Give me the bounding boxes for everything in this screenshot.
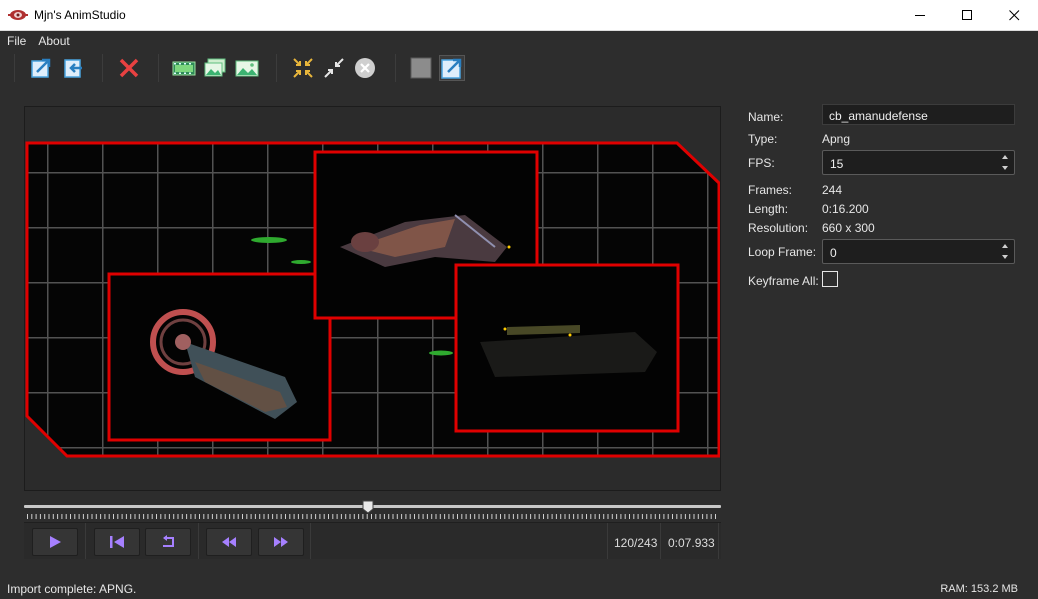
loop-frame-increment-button[interactable] bbox=[999, 241, 1011, 251]
collapse-icon bbox=[293, 58, 313, 78]
loop-frame-decrement-button[interactable] bbox=[999, 252, 1011, 262]
animation-viewport[interactable] bbox=[24, 106, 721, 491]
minimize-button[interactable] bbox=[897, 0, 943, 30]
menu-file[interactable]: File bbox=[0, 34, 26, 48]
maximize-icon bbox=[961, 9, 972, 20]
controls-separator bbox=[198, 523, 199, 559]
collapse-button[interactable] bbox=[290, 55, 316, 81]
controls-separator bbox=[660, 523, 661, 559]
fps-increment-button[interactable] bbox=[999, 152, 1011, 162]
timeline-handle[interactable] bbox=[362, 500, 374, 514]
fill-square-icon bbox=[410, 57, 432, 79]
image-button[interactable] bbox=[234, 55, 260, 81]
length-label: Length: bbox=[748, 202, 789, 216]
chevron-down-icon bbox=[1002, 166, 1008, 170]
keyframe-all-checkbox[interactable] bbox=[822, 271, 838, 287]
play-icon bbox=[50, 536, 61, 548]
resolution-label: Resolution: bbox=[748, 221, 809, 235]
chevron-up-icon bbox=[1002, 155, 1008, 159]
fps-decrement-button[interactable] bbox=[999, 163, 1011, 173]
export-button[interactable] bbox=[28, 55, 54, 81]
export-icon bbox=[31, 58, 51, 78]
film-strip-icon bbox=[172, 61, 196, 76]
ram-usage: RAM: 153.2 MB bbox=[940, 583, 1018, 595]
play-button[interactable] bbox=[32, 528, 78, 556]
import-button[interactable] bbox=[60, 55, 86, 81]
image-stack-button[interactable] bbox=[202, 55, 228, 81]
time-display: 0:07.933 bbox=[668, 536, 715, 550]
name-field[interactable] bbox=[822, 104, 1015, 125]
minimize-icon bbox=[914, 14, 925, 16]
toolbar-separator bbox=[395, 54, 396, 82]
menu-about[interactable]: About bbox=[26, 34, 69, 48]
frame-counter: 120/243 bbox=[614, 536, 658, 550]
menu-bar: File About bbox=[0, 31, 1038, 50]
resolution-value: 660 x 300 bbox=[822, 221, 875, 235]
frames-label: Frames: bbox=[748, 183, 793, 197]
maximize-button[interactable] bbox=[944, 0, 990, 30]
fps-label: FPS: bbox=[748, 156, 775, 170]
toolbar bbox=[0, 50, 1038, 86]
image-icon bbox=[235, 60, 259, 77]
loop-icon bbox=[163, 535, 174, 547]
type-label: Type: bbox=[748, 132, 778, 146]
loop-frame-label: Loop Frame: bbox=[748, 245, 817, 259]
status-bar: Import complete: APNG. RAM: 153.2 MB bbox=[0, 578, 1038, 599]
controls-separator bbox=[607, 523, 608, 559]
status-message: Import complete: APNG. bbox=[7, 582, 137, 596]
app-logo-icon bbox=[8, 8, 28, 22]
fit-expand-button[interactable] bbox=[439, 55, 465, 81]
name-label: Name: bbox=[748, 110, 784, 124]
playback-controls: 120/243 0:07.933 bbox=[24, 522, 721, 559]
shrink-button[interactable] bbox=[321, 55, 347, 81]
window-title: Mjn's AnimStudio bbox=[34, 8, 126, 22]
fill-square-button[interactable] bbox=[408, 55, 434, 81]
timeline-ticks bbox=[27, 514, 716, 519]
film-strip-button[interactable] bbox=[171, 55, 197, 81]
toolbar-separator bbox=[158, 54, 159, 82]
image-stack-icon bbox=[204, 58, 226, 77]
controls-separator bbox=[718, 523, 719, 559]
skip-to-start-icon bbox=[110, 536, 124, 548]
skip-to-start-button[interactable] bbox=[94, 528, 140, 556]
close-icon bbox=[1008, 9, 1019, 20]
controls-separator bbox=[310, 523, 311, 559]
toolbar-separator bbox=[276, 54, 277, 82]
fps-spinbox[interactable]: 15 bbox=[822, 150, 1015, 175]
chevron-up-icon bbox=[1002, 244, 1008, 248]
toolbar-separator bbox=[102, 54, 103, 82]
clear-icon bbox=[355, 58, 375, 78]
close-button[interactable] bbox=[991, 0, 1037, 30]
delete-button[interactable] bbox=[116, 55, 142, 81]
rewind-icon bbox=[222, 537, 236, 547]
fast-forward-button[interactable] bbox=[258, 528, 304, 556]
rewind-button[interactable] bbox=[206, 528, 252, 556]
fps-value: 15 bbox=[830, 157, 844, 171]
fit-expand-icon bbox=[441, 58, 462, 79]
title-bar: Mjn's AnimStudio bbox=[0, 0, 1038, 31]
controls-separator bbox=[85, 523, 86, 559]
shrink-icon bbox=[324, 58, 344, 78]
loop-button[interactable] bbox=[145, 528, 191, 556]
length-value: 0:16.200 bbox=[822, 202, 869, 216]
animation-frame bbox=[25, 141, 720, 458]
timeline-slider[interactable] bbox=[24, 500, 721, 520]
delete-icon bbox=[119, 58, 139, 78]
fast-forward-icon bbox=[274, 537, 288, 547]
clear-button[interactable] bbox=[352, 55, 378, 81]
frames-value: 244 bbox=[822, 183, 843, 197]
import-icon bbox=[64, 59, 82, 78]
chevron-down-icon bbox=[1002, 255, 1008, 259]
keyframe-all-label: Keyframe All: bbox=[748, 274, 819, 288]
loop-frame-spinbox[interactable]: 0 bbox=[822, 239, 1015, 264]
toolbar-separator bbox=[14, 54, 15, 82]
type-value: Apng bbox=[822, 132, 851, 146]
loop-frame-value: 0 bbox=[830, 246, 837, 260]
